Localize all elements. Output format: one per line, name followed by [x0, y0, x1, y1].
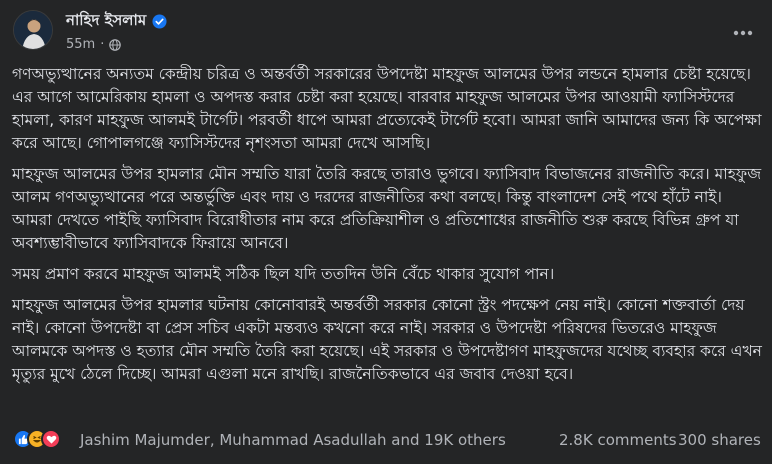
author-name[interactable]: নাহিদ ইসলাম	[66, 9, 146, 34]
verified-badge-icon	[152, 13, 167, 29]
shares-count[interactable]: 300 shares	[678, 431, 761, 449]
post-body: গণঅভ্যুত্থানের অন্যতম কেন্দ্রীয় চরিত্র …	[12, 63, 762, 394]
comments-count[interactable]: 2.8K comments	[559, 431, 677, 449]
avatar[interactable]	[13, 10, 53, 50]
reactions-summary[interactable]: Jashim Majumder, Muhammad Asadullah and …	[80, 431, 506, 449]
globe-icon[interactable]	[109, 38, 122, 51]
post-footer: Jashim Majumder, Muhammad Asadullah and …	[0, 424, 772, 458]
meta-separator: ·	[100, 37, 105, 52]
post-header: নাহিদ ইসলাম 55m ·	[0, 0, 772, 62]
post-paragraph: মাহফুজ আলমের উপর হামলার ঘটনায় কোনোবারই …	[12, 296, 762, 383]
reaction-icons[interactable]	[13, 429, 61, 449]
post-time[interactable]: 55m	[66, 37, 95, 52]
more-options-icon[interactable]	[728, 18, 758, 48]
author-row: নাহিদ ইসলাম	[66, 11, 167, 31]
love-reaction-icon	[41, 429, 61, 449]
post-paragraph: সময় প্রমাণ করবে মাহফুজ আলমই সঠিক ছিল যদ…	[12, 265, 555, 283]
post-paragraph: মাহফুজ আলমের উপর হামলার মৌন সম্মতি যারা …	[12, 165, 762, 252]
post-paragraph: গণঅভ্যুত্থানের অন্যতম কেন্দ্রীয় চরিত্র …	[12, 65, 762, 152]
post-meta: 55m ·	[66, 37, 122, 52]
